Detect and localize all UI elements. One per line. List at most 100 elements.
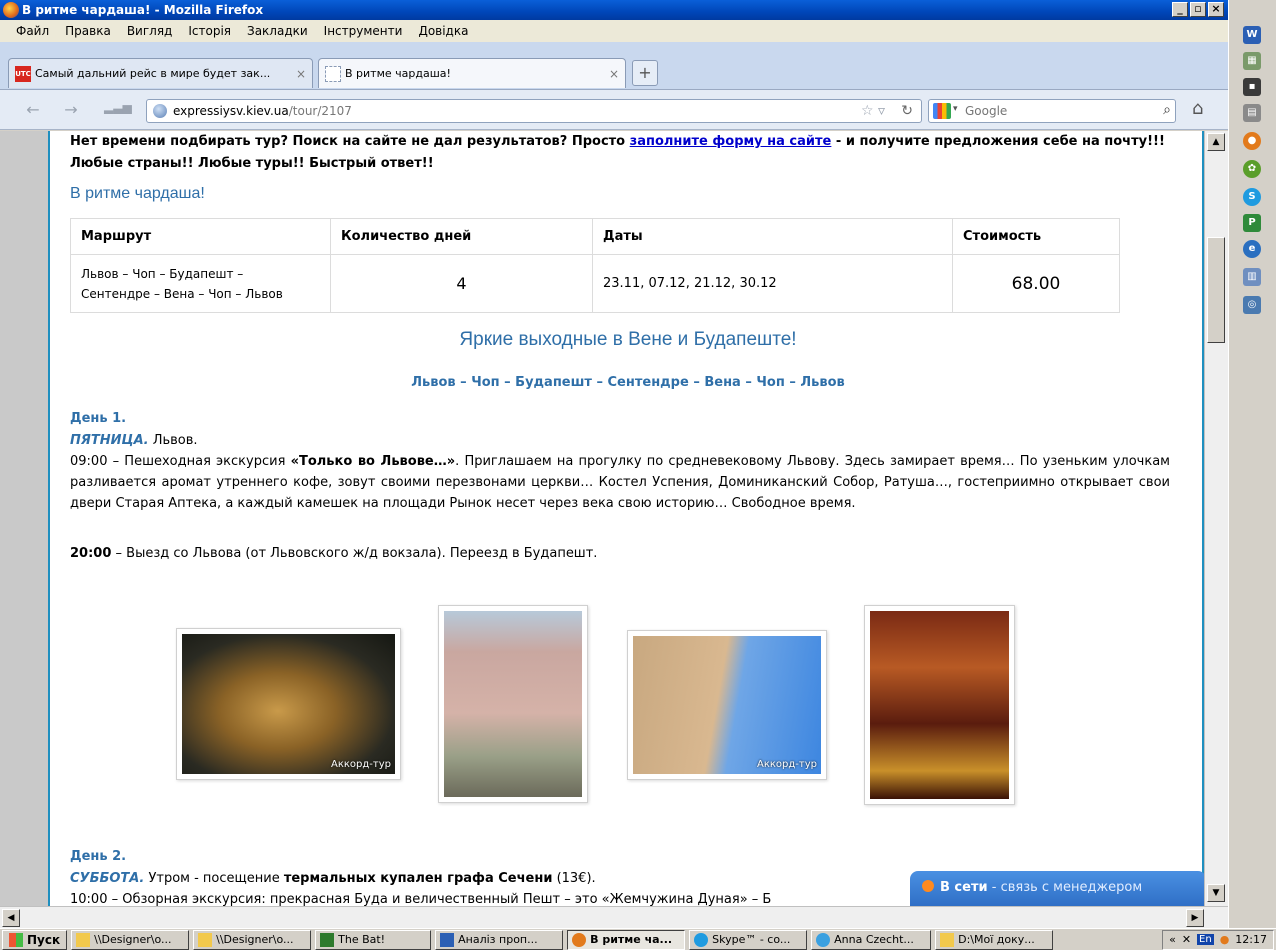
task-folder[interactable]: \\Designer\o... [71,929,190,950]
back-arrow-icon[interactable]: ← [22,100,44,120]
close-tab-icon[interactable]: × [296,67,306,81]
start-button[interactable]: Пуск [2,929,68,950]
nav-bar: ← → ▂▃▅ expressiysv.kiev.ua/tour/2107 ☆ … [0,90,1228,130]
task-firefox[interactable]: В ритме ча... [567,929,686,950]
menu-bookmarks[interactable]: Закладки [239,24,316,38]
icq-icon[interactable]: ✿ [1243,160,1261,178]
media-icon[interactable]: ▪ [1243,78,1261,96]
photo-watermark: Аккорд-тур [331,759,391,770]
tab-current[interactable]: В ритме чардаша! × [318,58,626,88]
task-folder[interactable]: \\Designer\o... [193,929,312,950]
promo-text-start: Нет времени подбирать тур? Поиск на сайт… [70,134,630,149]
calendar-icon[interactable]: ▤ [1243,104,1261,122]
scroll-right-icon[interactable]: ▶ [1186,909,1204,927]
task-word[interactable]: Аналіз проп... [435,929,564,950]
menu-help[interactable]: Довідка [410,24,476,38]
day2-price: (13€). [552,871,596,886]
minimize-button[interactable]: _ [1172,2,1188,17]
home-icon[interactable]: ⌂ [1192,98,1203,119]
thebat-icon [320,932,335,947]
vertical-scrollbar[interactable]: ▲ ▼ [1204,131,1228,906]
scroll-left-icon[interactable]: ◀ [2,909,20,927]
system-tray: « ✕ En ● 12:17 [1162,929,1274,950]
ie-icon[interactable]: e [1243,240,1261,258]
new-tab-button[interactable]: + [632,60,658,86]
reload-icon[interactable]: ↻ [901,100,913,122]
scroll-down-icon[interactable]: ▼ [1207,884,1225,902]
day1-weekday-line: ПЯТНИЦА. Львов. [70,430,1170,451]
tour-table: Маршрут Количество дней Даты Стоимость Л… [70,218,1120,313]
day2-heading: День 2. [70,849,127,864]
cell-price: 68.00 [952,254,1120,313]
firefox-icon[interactable]: ● [1243,132,1261,150]
task-label: \\Designer\o... [94,933,172,946]
search-bar[interactable]: ▾ ⌕ [928,99,1176,123]
url-bar[interactable]: expressiysv.kiev.ua/tour/2107 ☆ ▿ ↻ [146,99,922,123]
image-icon[interactable]: ▦ [1243,52,1261,70]
budapest-building-photo[interactable]: Аккорд-тур [627,630,827,780]
header-route: Маршрут [70,218,331,255]
close-tab-icon[interactable]: × [609,67,619,81]
task-thebat[interactable]: The Bat! [315,929,432,950]
task-skype[interactable]: Skype™ - co... [689,929,808,950]
close-button[interactable]: × [1208,2,1224,17]
horizontal-scrollbar[interactable]: ◀ ▶ [0,906,1228,928]
windows-flag-icon [9,932,23,947]
departure-text: – Выезд со Львова (от Львовского ж/д вок… [111,546,598,561]
bookmark-star-icon[interactable]: ☆ ▿ [861,100,885,122]
day1-weekday: ПЯТНИЦА. [70,433,149,448]
word-icon[interactable]: W [1243,26,1261,44]
menu-history[interactable]: Історія [180,24,239,38]
folder-icon [198,932,213,947]
skype-icon[interactable]: S [1243,188,1261,206]
task-label: В ритме ча... [590,933,673,946]
lion-statue-photo[interactable]: Аккорд-тур [176,628,401,780]
word-icon [440,932,455,947]
right-quicklaunch: W ▦ ▪ ▤ ● ✿ S P e ▥ ◎ [1228,0,1276,928]
blank-favicon-icon [325,65,341,82]
search-input[interactable] [965,102,1135,120]
forward-arrow-icon[interactable]: → [60,100,82,120]
search-icon[interactable]: ⌕ [1163,102,1171,118]
menu-tools[interactable]: Інструменти [316,24,411,38]
maximize-button[interactable]: ▫ [1190,2,1206,17]
scroll-thumb[interactable] [1207,237,1225,343]
menu-file[interactable]: Файл [8,24,57,38]
scroll-up-icon[interactable]: ▲ [1207,133,1225,151]
departure-time: 20:00 [70,546,112,561]
header-price: Стоимость [952,218,1120,255]
tour-title: В ритме чардаша! [70,185,205,202]
app-icon[interactable]: ◎ [1243,296,1261,314]
chat-widget[interactable]: В сети - связь с менеджером [910,871,1206,906]
taskbar: Пуск \\Designer\o... \\Designer\o... The… [0,928,1276,950]
fill-form-link[interactable]: заполните форму на сайте [630,134,832,149]
cell-days: 4 [330,254,593,313]
tour-subtitle: Яркие выходные в Вене и Будапеште! [459,329,797,350]
language-indicator[interactable]: En [1197,934,1214,945]
photo-watermark: Аккорд-тур [757,759,817,770]
tray-expand-icon[interactable]: « [1169,933,1176,946]
folder-icon [76,932,91,947]
lviv-street-photo[interactable] [438,605,588,803]
tab-news[interactable]: UTC Самый дальний рейс в мире будет зак.… [8,58,313,88]
cell-route: Львов – Чоп – Будапешт – Сентендре – Вен… [70,254,331,313]
task-label: The Bat! [338,933,386,946]
day1-heading: День 1. [70,411,127,426]
pdf-icon[interactable]: P [1243,214,1261,232]
task-label: Anna Czecht... [834,933,914,946]
tray-app-icon[interactable]: ● [1220,933,1230,946]
task-label: \\Designer\o... [216,933,294,946]
document-icon[interactable]: ▥ [1243,268,1261,286]
window-titlebar[interactable]: В ритме чардаша! - Mozilla Firefox _ ▫ × [0,0,1228,20]
table-header-row: Маршрут Количество дней Даты Стоимость [70,218,1120,255]
chevron-down-icon[interactable]: ▾ [953,104,958,114]
menu-view[interactable]: Вигляд [119,24,181,38]
task-label: Аналіз проп... [458,933,538,946]
google-logo-icon[interactable] [933,103,951,119]
browser-viewport: Нет времени подбирать тур? Поиск на сайт… [0,131,1228,906]
menu-edit[interactable]: Правка [57,24,119,38]
old-pharmacy-photo[interactable] [864,605,1015,805]
network-icon[interactable]: ✕ [1182,933,1191,946]
task-folder[interactable]: D:\Мої доку... [935,929,1054,950]
task-chat[interactable]: Anna Czecht... [811,929,932,950]
